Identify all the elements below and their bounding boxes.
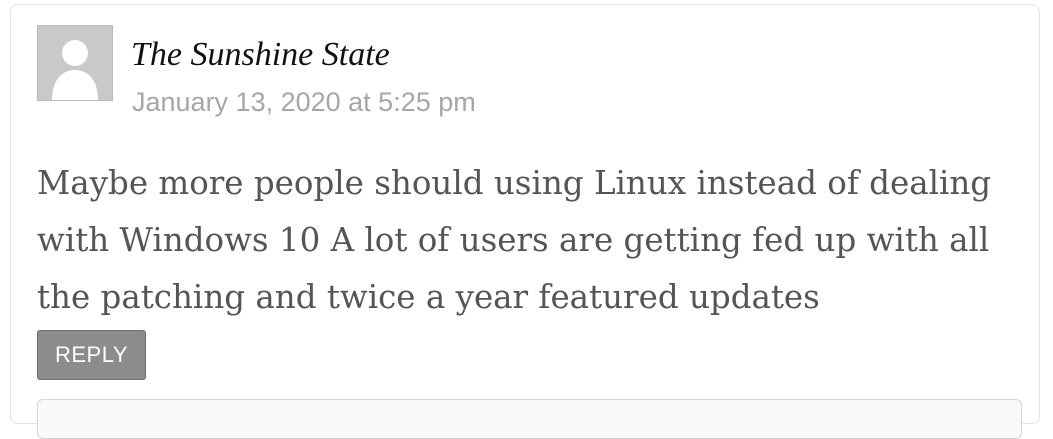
comment-author: The Sunshine State [131, 36, 390, 73]
nested-reply-container [37, 399, 1022, 439]
default-user-avatar-icon [37, 25, 113, 101]
reply-button[interactable]: REPLY [37, 330, 146, 380]
comment-card: The Sunshine State January 13, 2020 at 5… [10, 4, 1040, 439]
comment-timestamp[interactable]: January 13, 2020 at 5:25 pm [132, 85, 476, 119]
comment-body: Maybe more people should using Linux ins… [37, 164, 992, 316]
